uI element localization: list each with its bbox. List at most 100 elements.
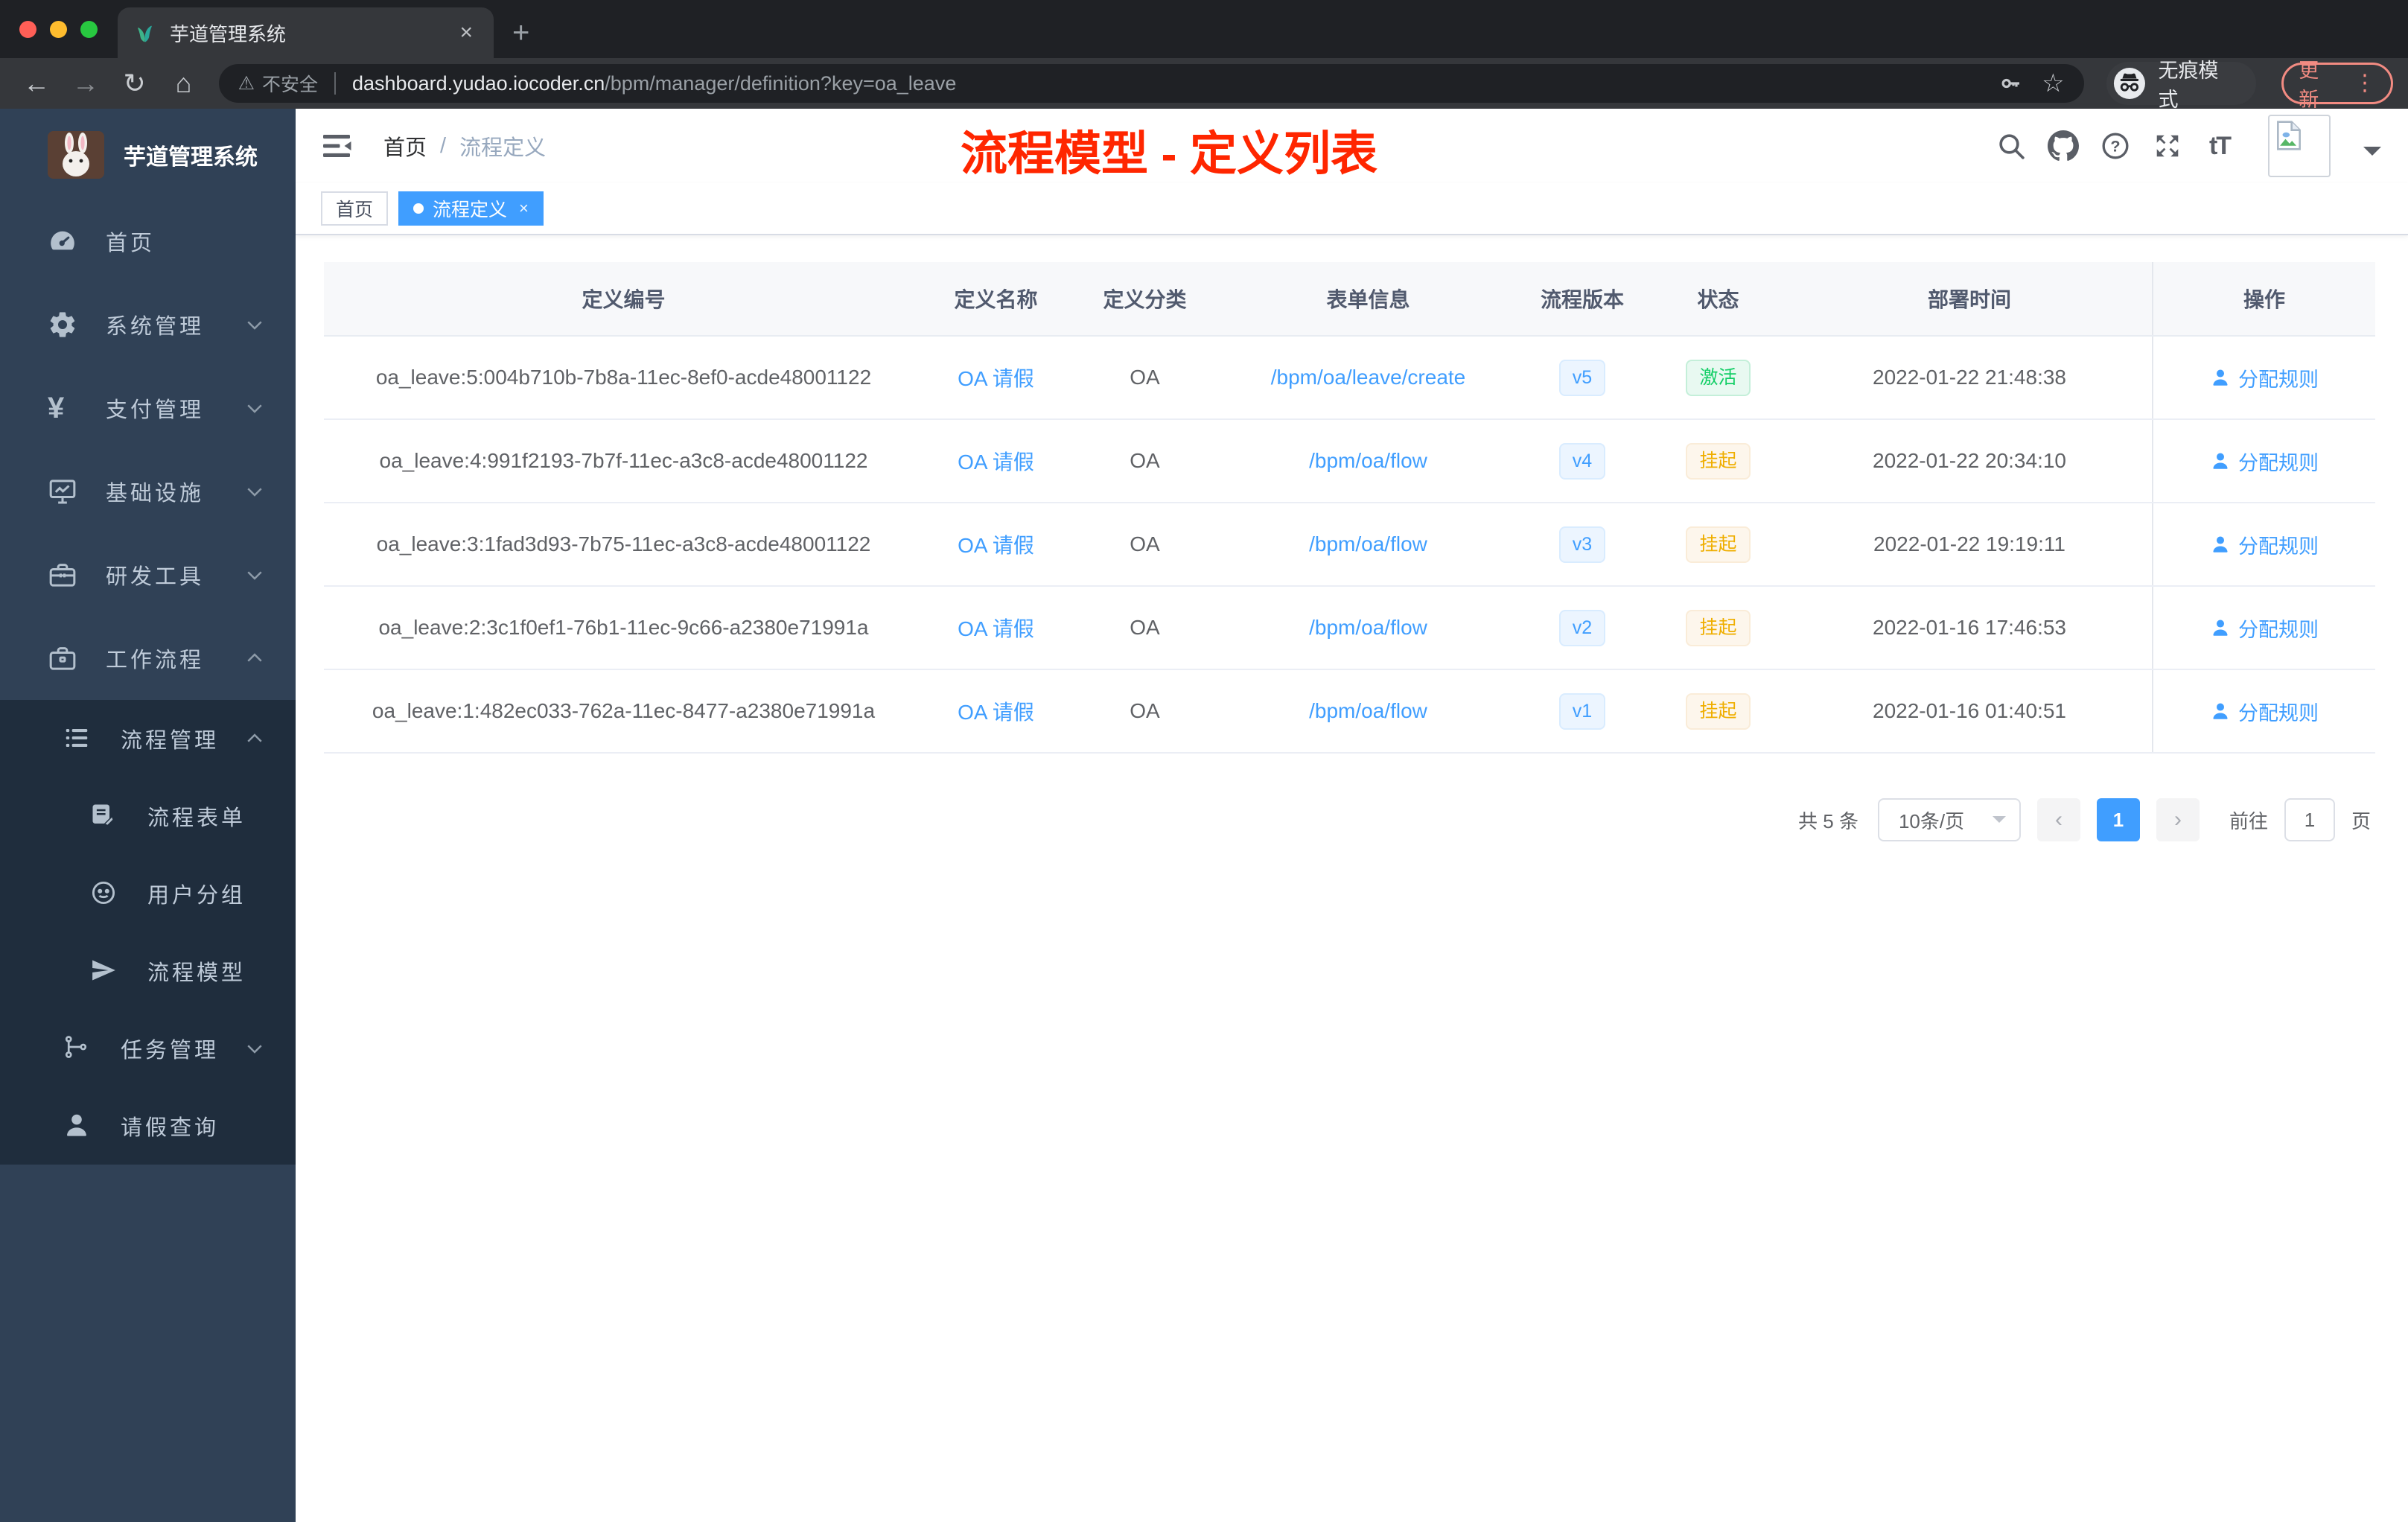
tab-close-icon[interactable]: × <box>455 20 477 45</box>
list-icon <box>63 724 92 754</box>
definition-name-link[interactable]: OA 请假 <box>958 701 1034 724</box>
page-size-value: 10条/页 <box>1898 809 1965 832</box>
status-badge: 挂起 <box>1686 526 1751 563</box>
incognito-icon <box>2113 67 2145 100</box>
collapse-sidebar-icon[interactable] <box>321 133 352 159</box>
definition-name-link[interactable]: OA 请假 <box>958 534 1034 557</box>
prev-page-button[interactable]: ‹ <box>2036 798 2080 841</box>
bookmark-star-icon[interactable]: ☆ <box>2042 69 2064 98</box>
gear-icon <box>48 310 77 340</box>
sidebar-item-请假查询[interactable]: 请假查询 <box>0 1087 296 1165</box>
assign-rule-link[interactable]: 分配规则 <box>2210 530 2319 559</box>
browser-tab[interactable]: 芋道管理系统 × <box>118 7 494 58</box>
github-icon[interactable] <box>2048 130 2079 162</box>
not-secure-warning[interactable]: ⚠ 不安全 <box>238 70 318 97</box>
cell-form-info: /bpm/oa/leave/create <box>1221 366 1515 389</box>
broken-image-icon <box>2277 121 2301 150</box>
column-header-状态: 状态 <box>1697 288 1739 311</box>
cell-definition-id: oa_leave:1:482ec033-762a-11ec-8477-a2380… <box>372 699 876 722</box>
password-key-icon[interactable] <box>1998 71 2022 95</box>
breadcrumb: 首页 / 流程定义 <box>383 130 546 162</box>
form-info-link[interactable]: /bpm/oa/flow <box>1309 449 1427 472</box>
reload-button[interactable]: ↻ <box>113 68 156 99</box>
browser-menu-icon[interactable]: ⋮ <box>2354 72 2376 95</box>
cell-version: v3 <box>1515 526 1649 563</box>
sidebar-item-label: 首页 <box>106 232 156 255</box>
table-row: oa_leave:1:482ec033-762a-11ec-8477-a2380… <box>324 670 2375 754</box>
back-button[interactable]: ← <box>15 68 58 99</box>
assign-rule-link[interactable]: 分配规则 <box>2210 697 2319 726</box>
next-page-button[interactable]: › <box>2156 798 2200 841</box>
chevron-down-icon <box>243 480 266 503</box>
search-icon[interactable] <box>1995 130 2027 162</box>
sidebar-item-基础设施[interactable]: 基础设施 <box>0 450 296 533</box>
goto-label: 前往 <box>2229 809 2268 832</box>
app-title: 芋道管理系统 <box>124 145 258 170</box>
sidebar-item-研发工具[interactable]: 研发工具 <box>0 533 296 617</box>
assign-rule-link[interactable]: 分配规则 <box>2210 447 2319 476</box>
briefcase-icon <box>48 643 77 673</box>
new-tab-button[interactable]: + <box>512 18 529 48</box>
fullscreen-icon[interactable] <box>2152 130 2183 162</box>
window-zoom-button[interactable] <box>80 21 98 38</box>
breadcrumb-home[interactable]: 首页 <box>383 130 427 162</box>
url-text: dashboard.yudao.iocoder.cn/bpm/manager/d… <box>352 72 1998 95</box>
cell-version: v4 <box>1515 442 1649 480</box>
browser-update-button[interactable]: 更新 ⋮ <box>2281 60 2394 111</box>
sidebar-item-任务管理[interactable]: 任务管理 <box>0 1010 296 1087</box>
assign-rule-link[interactable]: 分配规则 <box>2210 363 2319 392</box>
window-close-button[interactable] <box>19 21 36 38</box>
breadcrumb-separator: / <box>440 133 447 158</box>
sidebar-item-工作流程[interactable]: 工作流程 <box>0 617 296 700</box>
sprout-favicon-icon <box>134 22 156 44</box>
version-badge: v5 <box>1558 359 1606 396</box>
cell-definition-name: OA 请假 <box>923 446 1068 476</box>
cell-definition-name: OA 请假 <box>923 696 1068 726</box>
form-info-link[interactable]: /bpm/oa/flow <box>1309 699 1427 722</box>
definition-name-link[interactable]: OA 请假 <box>958 617 1034 640</box>
toolbox-icon <box>48 560 77 590</box>
cell-status: 挂起 <box>1649 442 1787 480</box>
tag-close-icon[interactable]: × <box>519 199 529 218</box>
monitor-icon <box>48 477 77 506</box>
forward-button[interactable]: → <box>64 68 107 99</box>
help-icon[interactable]: ? <box>2100 130 2131 162</box>
definition-name-link[interactable]: OA 请假 <box>958 450 1034 474</box>
window-minimize-button[interactable] <box>50 21 67 38</box>
cell-status: 挂起 <box>1649 526 1787 563</box>
assign-rule-link[interactable]: 分配规则 <box>2210 614 2319 643</box>
avatar-dropdown-caret-icon[interactable] <box>2363 147 2381 165</box>
page-1-button[interactable]: 1 <box>2096 798 2140 841</box>
form-info-link[interactable]: /bpm/oa/flow <box>1309 532 1427 555</box>
cell-form-info: /bpm/oa/flow <box>1221 699 1515 723</box>
window-controls[interactable] <box>19 21 98 38</box>
font-size-icon[interactable]: tT <box>2204 130 2235 162</box>
cell-definition-id: oa_leave:5:004b710b-7b8a-11ec-8ef0-acde4… <box>375 366 872 389</box>
form-info-link[interactable]: /bpm/oa/leave/create <box>1271 366 1466 389</box>
avatar[interactable] <box>2268 115 2331 177</box>
address-bar[interactable]: ⚠ 不安全 dashboard.yudao.iocoder.cn/bpm/man… <box>218 64 2084 103</box>
status-badge: 挂起 <box>1686 692 1751 730</box>
tag-首页[interactable]: 首页 <box>321 191 389 226</box>
sidebar-item-流程表单[interactable]: 流程表单 <box>0 777 296 855</box>
model-icon <box>89 956 119 986</box>
browser-toolbar: ← → ↻ ⌂ ⚠ 不安全 dashboard.yudao.iocoder.cn… <box>0 58 2408 111</box>
goto-page-input[interactable] <box>2284 798 2335 841</box>
sidebar-item-流程模型[interactable]: 流程模型 <box>0 932 296 1010</box>
sidebar-item-label: 流程管理 <box>121 729 220 753</box>
sidebar-item-流程管理[interactable]: 流程管理 <box>0 700 296 777</box>
logo-avatar <box>48 131 104 179</box>
definition-name-link[interactable]: OA 请假 <box>958 367 1034 390</box>
home-button[interactable]: ⌂ <box>162 68 206 99</box>
form-icon <box>89 801 119 831</box>
version-badge: v2 <box>1558 609 1606 646</box>
sidebar-item-用户分组[interactable]: 用户分组 <box>0 855 296 932</box>
sidebar-item-支付管理[interactable]: ¥ 支付管理 <box>0 366 296 450</box>
page-size-select[interactable]: 10条/页 <box>1877 798 2021 841</box>
pagination-total: 共 5 条 <box>1798 809 1858 832</box>
cell-deploy-time: 2022-01-22 20:34:10 <box>1873 449 2066 472</box>
form-info-link[interactable]: /bpm/oa/flow <box>1309 616 1427 639</box>
sidebar-item-系统管理[interactable]: 系统管理 <box>0 283 296 366</box>
tag-流程定义[interactable]: 流程定义 × <box>398 191 544 226</box>
sidebar-item-首页[interactable]: 首页 <box>0 200 296 283</box>
